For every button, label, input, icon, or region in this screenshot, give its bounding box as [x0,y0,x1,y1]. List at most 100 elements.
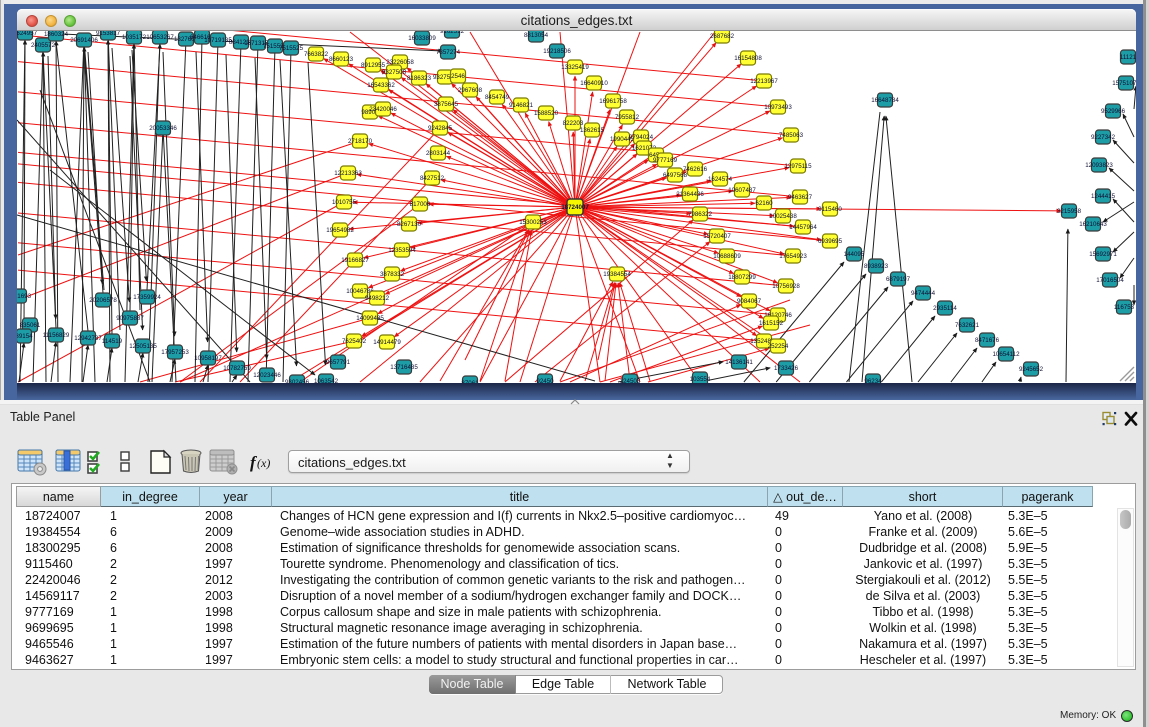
svg-text:9227342: 9227342 [1091,134,1116,141]
svg-text:1362615: 1362615 [580,127,605,134]
svg-text:103554: 103554 [690,376,711,383]
svg-text:7625402: 7625402 [342,338,367,345]
svg-text:1588520: 1588520 [534,110,559,117]
svg-text:17654923: 17654923 [779,253,807,260]
svg-text:8938923: 8938923 [864,263,889,270]
svg-text:21364436: 21364436 [676,191,704,198]
svg-text:7485063: 7485063 [779,132,804,139]
svg-text:8912955: 8912955 [361,62,386,69]
svg-text:9777169: 9777169 [653,157,678,164]
svg-text:817006: 817006 [410,201,431,208]
svg-text:14457964: 14457964 [789,224,817,231]
svg-text:20206578: 20206578 [89,297,117,304]
svg-text:1860324: 1860324 [44,31,69,38]
svg-text:6497568: 6497568 [663,172,688,179]
svg-text:19384554: 19384554 [603,271,631,278]
svg-text:20053346: 20053346 [149,125,177,132]
svg-text:17359924: 17359924 [133,294,161,301]
svg-text:10653267: 10653267 [146,34,174,41]
svg-text:16640910: 16640910 [580,80,608,87]
svg-text:9474444: 9474444 [911,290,936,297]
svg-text:14099485: 14099485 [356,315,384,322]
svg-text:9302456: 9302456 [285,379,310,383]
svg-text:7357274: 7357274 [436,49,461,56]
svg-text:7632621: 7632621 [955,322,980,329]
svg-text:12213967: 12213967 [750,78,778,85]
svg-text:10958197: 10958197 [194,355,222,362]
svg-text:13325419: 13325419 [561,64,589,71]
svg-text:9245652: 9245652 [1019,366,1044,373]
svg-text:9498212: 9498212 [365,295,390,302]
svg-text:15300253: 15300253 [519,219,547,226]
svg-text:8454749: 8454749 [485,94,510,101]
svg-text:2967608: 2967608 [458,87,483,94]
svg-text:16648784: 16648784 [871,97,899,104]
svg-text:15692971: 15692971 [1089,251,1117,258]
svg-text:62160: 62160 [755,200,773,207]
svg-text:19166827: 19166827 [341,257,369,264]
svg-text:12975115: 12975115 [784,163,812,170]
svg-text:2935114: 2935114 [933,305,957,312]
svg-text:16033809: 16033809 [408,35,436,42]
svg-text:6879197: 6879197 [886,276,911,283]
svg-text:9327508: 9327508 [382,69,407,76]
svg-text:835061: 835061 [20,322,41,329]
svg-text:12353594: 12353594 [388,247,416,254]
svg-text:144095: 144095 [844,251,865,258]
svg-text:9529966: 9529966 [1101,108,1126,115]
svg-text:10654112: 10654112 [992,351,1020,358]
svg-text:1244415: 1244415 [1091,193,1116,200]
svg-text:87061: 87061 [461,380,479,383]
svg-text:252254: 252254 [768,343,789,350]
svg-text:1035172: 1035172 [122,34,147,41]
svg-text:8813054: 8813054 [524,32,549,39]
svg-text:10688609: 10688609 [713,253,741,260]
svg-text:1063542: 1063542 [314,378,339,383]
svg-text:2718170: 2718170 [348,138,373,145]
svg-text:17016504: 17016504 [1096,277,1124,284]
svg-text:8267130: 8267130 [397,221,422,228]
svg-text:16543362: 16543362 [367,82,395,89]
svg-text:12213363: 12213363 [334,170,362,177]
svg-text:116753: 116753 [1114,304,1135,311]
svg-text:10025438: 10025438 [769,213,797,220]
svg-text:15720407: 15720407 [703,233,731,240]
svg-text:114519: 114519 [102,338,123,345]
svg-text:20691406: 20691406 [70,37,98,44]
svg-text:8186323: 8186323 [407,75,432,82]
svg-text:17957253: 17957253 [161,349,189,356]
svg-text:14136141: 14136141 [725,359,753,366]
svg-text:12505135: 12505135 [129,343,157,350]
svg-text:3878332: 3878332 [380,271,405,278]
svg-text:96234: 96234 [864,378,882,383]
svg-text:(x): (x) [257,456,270,470]
svg-text:3875645: 3875645 [434,101,459,108]
svg-text:7663822: 7663822 [304,51,329,58]
svg-text:2161693: 2161693 [17,293,32,300]
svg-text:2803144: 2803144 [426,150,451,157]
svg-text:18807299: 18807299 [728,274,756,281]
svg-text:7955812: 7955812 [615,114,640,121]
svg-text:13716485: 13716485 [390,364,418,371]
svg-text:8427512: 8427512 [420,175,445,182]
svg-text:2687682: 2687682 [710,33,735,40]
svg-text:1010755: 1010755 [332,199,357,206]
svg-text:8660123: 8660123 [329,56,354,63]
svg-text:92450: 92450 [536,378,554,383]
svg-text:16210643: 16210643 [1079,221,1107,228]
svg-text:124503: 124503 [620,378,641,383]
svg-text:39154: 39154 [17,333,33,340]
svg-text:2405572: 2405572 [31,42,56,49]
svg-text:7986322: 7986322 [688,211,713,218]
svg-text:1615152: 1615152 [759,320,784,327]
svg-text:14914479: 14914479 [373,339,401,346]
svg-text:9657791: 9657791 [326,359,351,366]
svg-text:10756928: 10756928 [772,283,800,290]
svg-text:7462616: 7462616 [683,166,708,173]
svg-text:15751074: 15751074 [1112,80,1136,87]
svg-text:9153817: 9153817 [96,31,121,37]
svg-text:18724007: 18724007 [561,204,589,211]
svg-text:6939695: 6939695 [818,238,843,245]
svg-text:9794024: 9794024 [629,134,654,141]
svg-text:10782759: 10782759 [223,365,251,372]
